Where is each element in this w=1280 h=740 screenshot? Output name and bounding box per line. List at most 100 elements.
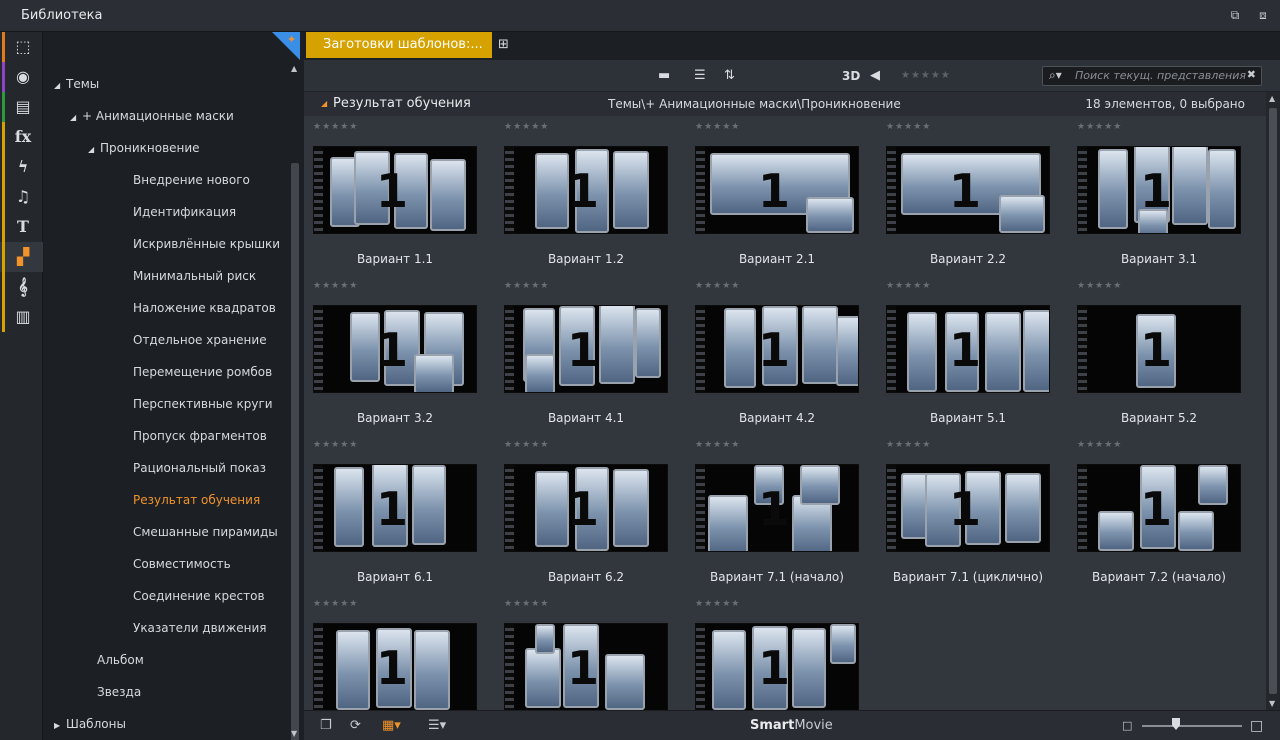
folder-icon[interactable]: ▬ — [658, 67, 670, 85]
tag-icon[interactable]: ◀ — [870, 67, 880, 85]
detach-window-icon[interactable]: ⧉ — [1228, 8, 1242, 22]
item-thumbnail[interactable]: 1 — [504, 305, 668, 393]
item-thumbnail[interactable]: 1 — [695, 623, 859, 710]
item-thumbnail[interactable]: 1 — [886, 146, 1050, 234]
item-thumbnail[interactable]: 1 — [313, 305, 477, 393]
template-item[interactable]: ★★★★★ 1 Вариант 4.1 — [497, 281, 668, 441]
tree-node[interactable]: Рациональный показ — [121, 458, 266, 478]
item-rating-stars[interactable]: ★★★★★ — [504, 599, 549, 609]
template-item[interactable]: ★★★★★ 1 — [497, 599, 668, 710]
grid-view-icon[interactable]: ▦▾ — [382, 717, 401, 735]
item-rating-stars[interactable]: ★★★★★ — [695, 440, 740, 450]
item-thumbnail[interactable]: 1 — [695, 464, 859, 552]
item-rating-stars[interactable]: ★★★★★ — [1077, 281, 1122, 291]
tree-scrollbar-thumb[interactable] — [291, 163, 299, 740]
tree-node[interactable]: ▶ Шаблоны — [54, 714, 126, 734]
item-rating-stars[interactable]: ★★★★★ — [504, 122, 549, 132]
item-rating-stars[interactable]: ★★★★★ — [313, 281, 358, 291]
tree-node[interactable]: Минимальный риск — [121, 266, 256, 286]
template-item[interactable]: ★★★★★ 1 Вариант 3.2 — [306, 281, 477, 441]
details-view-icon[interactable]: ☰▾ — [428, 717, 446, 735]
template-item[interactable]: ★★★★★ 1 Вариант 7.2 (начало) — [1070, 440, 1241, 600]
category-fx[interactable]: fx — [0, 122, 43, 152]
item-thumbnail[interactable]: 1 — [1077, 464, 1241, 552]
tree-node[interactable]: Внедрение нового — [121, 170, 250, 190]
smartmovie-button[interactable]: SmartMovie — [750, 717, 833, 735]
category-photo-stack[interactable]: ▤ — [0, 92, 43, 122]
template-item[interactable]: ★★★★★ 1 Вариант 7.1 (начало) — [688, 440, 859, 600]
tree-scrollbar[interactable]: ▲ ▼ — [288, 62, 302, 740]
template-item[interactable]: ★★★★★ 1 Вариант 5.1 — [879, 281, 1050, 441]
tree-node[interactable]: Совместимость — [121, 554, 231, 574]
item-thumbnail[interactable]: 1 — [504, 623, 668, 710]
template-item[interactable]: ★★★★★ 1 Вариант 1.2 — [497, 122, 668, 282]
item-thumbnail[interactable]: 1 — [886, 464, 1050, 552]
tab-templates[interactable]: Заготовки шаблонов:... — [306, 32, 492, 58]
item-thumbnail[interactable]: 1 — [313, 464, 477, 552]
template-item[interactable]: ★★★★★ 1 — [688, 599, 859, 710]
template-item[interactable]: ★★★★★ 1 Вариант 1.1 — [306, 122, 477, 282]
item-rating-stars[interactable]: ★★★★★ — [313, 122, 358, 132]
small-thumb-icon[interactable]: □ — [1122, 717, 1132, 735]
item-thumbnail[interactable]: 1 — [695, 305, 859, 393]
clear-search-icon[interactable]: ✖ — [1247, 68, 1256, 81]
item-thumbnail[interactable]: 1 — [313, 623, 477, 710]
item-rating-stars[interactable]: ★★★★★ — [695, 122, 740, 132]
search-icon[interactable]: ⌕▾ — [1049, 68, 1062, 83]
tree-node[interactable]: Перемещение ромбов — [121, 362, 272, 382]
tree-node[interactable]: ◢ Проникновение — [88, 138, 200, 158]
template-item[interactable]: ★★★★★ 1 Вариант 6.1 — [306, 440, 477, 600]
category-montage-templates[interactable]: ▞ — [0, 242, 43, 272]
expand-arrow-icon[interactable]: ◢ — [54, 76, 66, 96]
item-rating-stars[interactable]: ★★★★★ — [886, 440, 931, 450]
scroll-up-icon[interactable]: ▲ — [1269, 94, 1275, 103]
sync-icon[interactable]: ⟳ — [350, 717, 361, 735]
template-item[interactable]: ★★★★★ 1 Вариант 2.1 — [688, 122, 859, 282]
item-thumbnail[interactable]: 1 — [504, 464, 668, 552]
tree-node[interactable]: Перспективные круги — [121, 394, 273, 414]
expand-arrow-icon[interactable]: ◢ — [88, 140, 100, 160]
item-rating-stars[interactable]: ★★★★★ — [1077, 122, 1122, 132]
item-rating-stars[interactable]: ★★★★★ — [313, 440, 358, 450]
tree-node[interactable]: ◢ + Анимационные маски — [70, 106, 234, 126]
tree-node[interactable]: Соединение крестов — [121, 586, 265, 606]
content-scrollbar[interactable]: ▲ ▼ — [1266, 92, 1280, 710]
tree-node[interactable]: Альбом — [85, 650, 144, 670]
item-thumbnail[interactable]: 1 — [1077, 305, 1241, 393]
item-thumbnail[interactable]: 1 — [1077, 146, 1241, 234]
template-item[interactable]: ★★★★★ 1 Вариант 3.1 — [1070, 122, 1241, 282]
large-thumb-icon[interactable]: □ — [1250, 717, 1263, 735]
template-item[interactable]: ★★★★★ 1 Вариант 4.2 — [688, 281, 859, 441]
tree-node[interactable]: Звезда — [85, 682, 141, 702]
sort-icon[interactable]: ⇅ — [724, 67, 735, 85]
item-rating-stars[interactable]: ★★★★★ — [695, 281, 740, 291]
template-item[interactable]: ★★★★★ 1 Вариант 2.2 — [879, 122, 1050, 282]
template-item[interactable]: ★★★★★ 1 Вариант 6.2 — [497, 440, 668, 600]
scroll-down-icon[interactable]: ▼ — [291, 729, 297, 738]
tree-node[interactable]: Наложение квадратов — [121, 298, 276, 318]
item-thumbnail[interactable]: 1 — [504, 146, 668, 234]
tree-node[interactable]: Искривлённые крышки — [121, 234, 280, 254]
category-film-reel[interactable]: ◉ — [0, 62, 43, 92]
restore-window-icon[interactable]: ⧈ — [1256, 8, 1270, 22]
item-rating-stars[interactable]: ★★★★★ — [886, 281, 931, 291]
search-box[interactable]: ⌕▾ Поиск текущ. представления ✖ — [1042, 66, 1262, 86]
item-thumbnail[interactable]: 1 — [695, 146, 859, 234]
category-piano-keys[interactable]: ▥ — [0, 302, 43, 332]
tree-node[interactable]: Смешанные пирамиды — [121, 522, 278, 542]
list-view-icon[interactable]: ☰ — [694, 67, 706, 85]
add-tab-icon[interactable]: ⊞ — [498, 37, 509, 52]
search-placeholder[interactable]: Поиск текущ. представления — [1075, 69, 1246, 82]
item-thumbnail[interactable]: 1 — [886, 305, 1050, 393]
tree-node[interactable]: Идентификация — [121, 202, 236, 222]
item-rating-stars[interactable]: ★★★★★ — [504, 281, 549, 291]
tree-node[interactable]: Пропуск фрагментов — [121, 426, 267, 446]
category-cube-stack[interactable]: ⬚ — [0, 32, 43, 62]
tree-node[interactable]: Результат обучения — [121, 490, 260, 510]
zoom-slider-knob[interactable] — [1172, 718, 1180, 730]
category-lightning[interactable]: ϟ — [0, 152, 43, 182]
category-music-note[interactable]: ♫ — [0, 182, 43, 212]
item-rating-stars[interactable]: ★★★★★ — [886, 122, 931, 132]
collapse-arrow-icon[interactable]: ◢ — [321, 99, 327, 108]
template-item[interactable]: ★★★★★ 1 — [306, 599, 477, 710]
